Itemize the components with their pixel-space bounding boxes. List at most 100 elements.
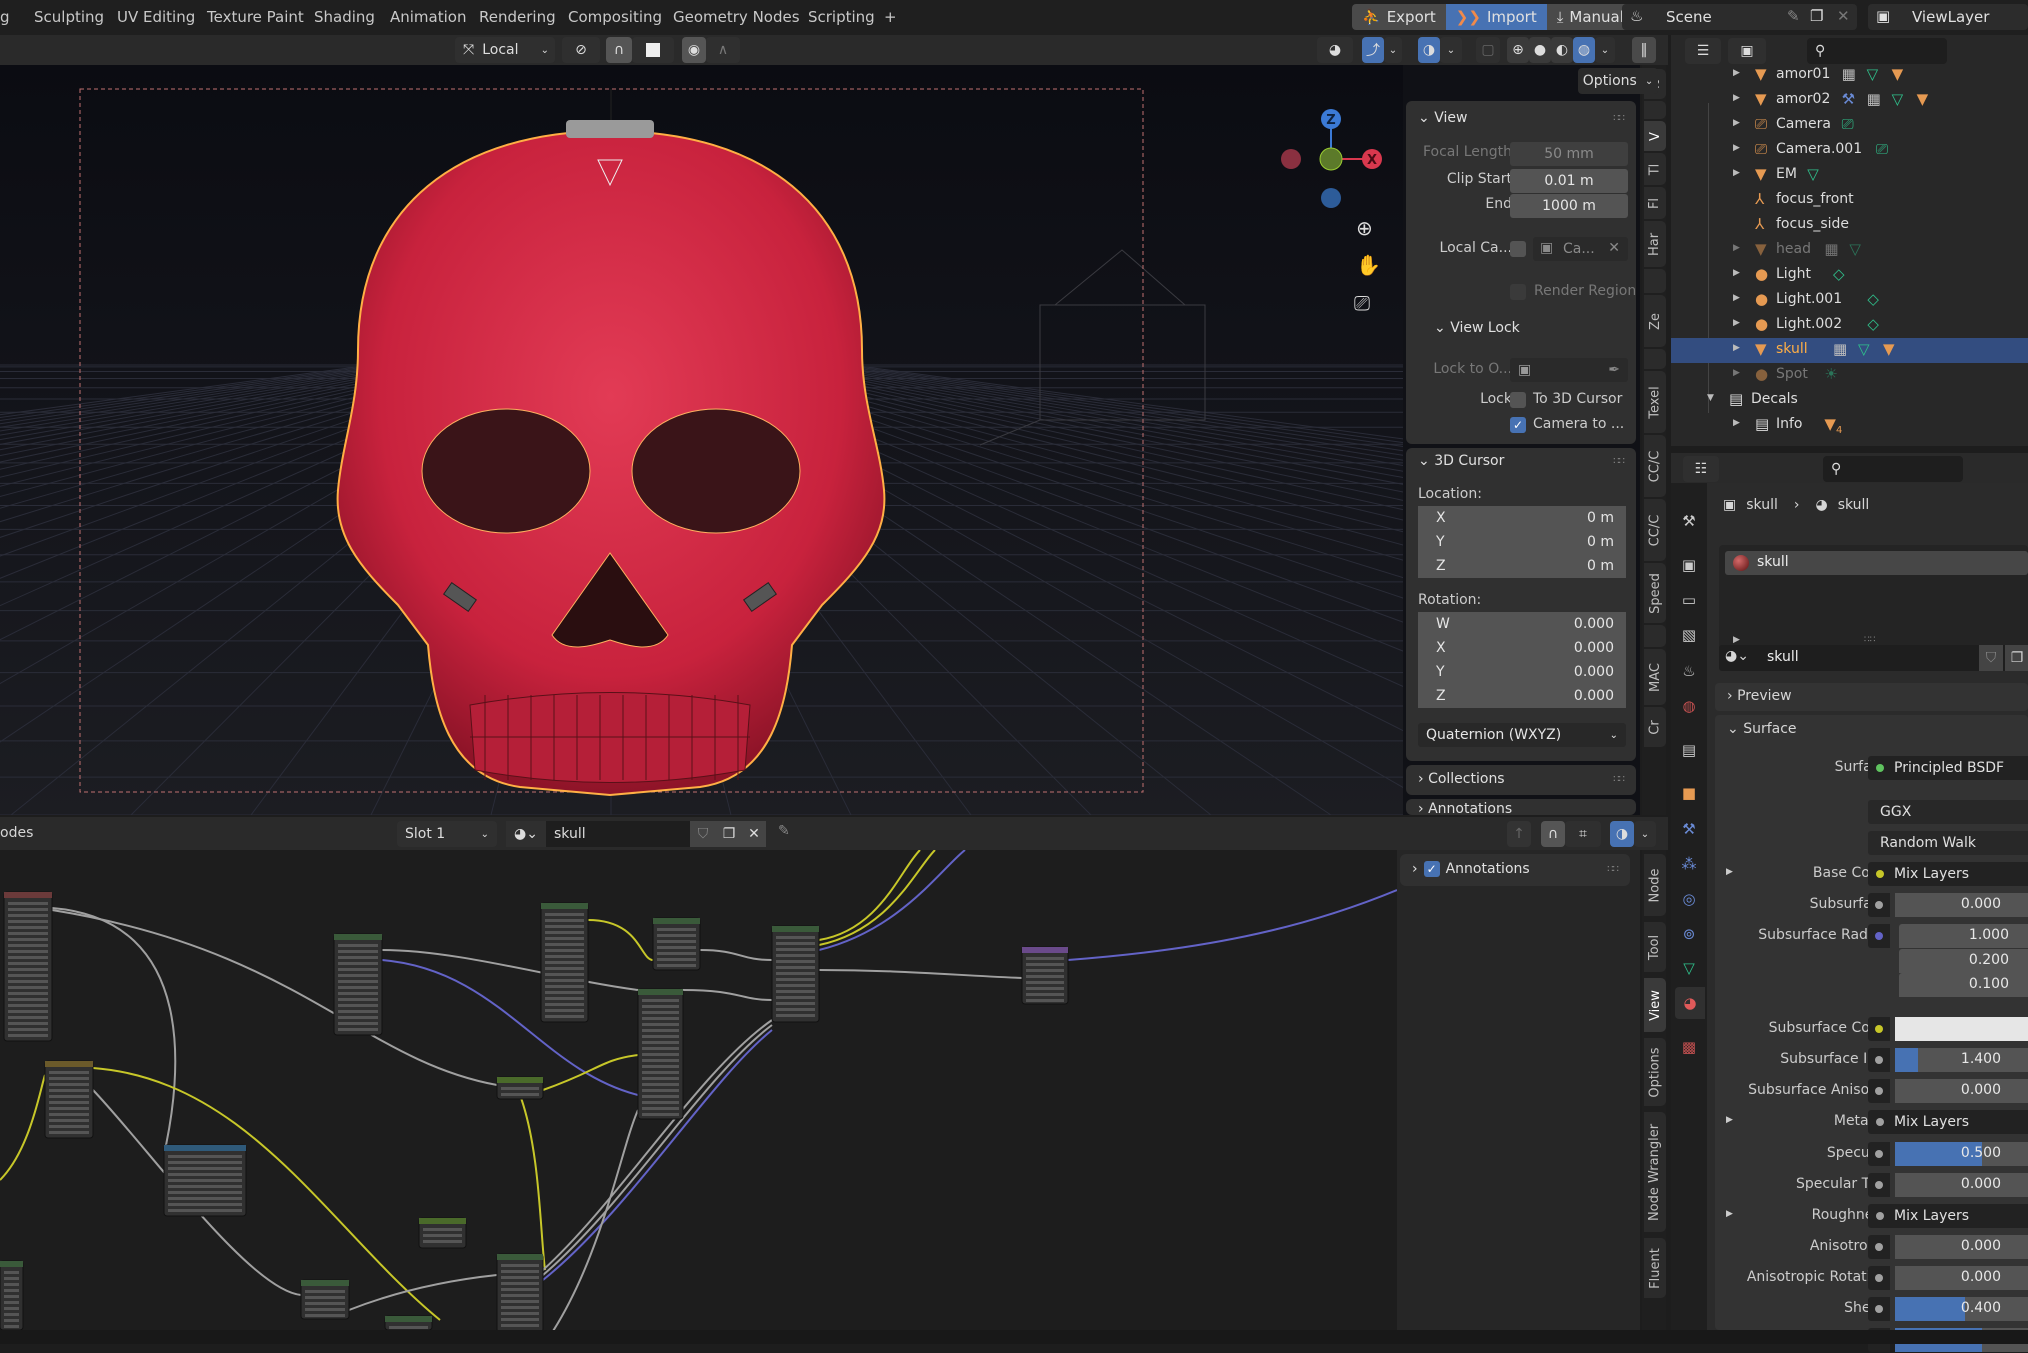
sidebar-tab-cc-c[interactable]: CC/C [1644,435,1666,497]
shader-node[interactable] [652,917,701,971]
vertex-groups-icon[interactable]: ▦ [1867,90,1881,108]
camera-view-icon[interactable]: ⎚ [1354,291,1370,315]
node-annotations-panel[interactable]: › ✓ Annotations ∷∷ [1400,854,1630,886]
material-icon[interactable]: ▼ [1883,340,1895,358]
options-dropdown[interactable]: Options ⌄ [1578,68,1658,94]
material-slot-item[interactable]: skull [1725,551,2028,575]
gizmo-neg-z[interactable] [1321,188,1341,208]
surface-panel-header[interactable]: ⌄ Surface [1727,721,1797,737]
workspace-tab[interactable]: Rendering [479,8,556,26]
outliner-item-amor01[interactable]: ▶ ▼ amor01 ▦ ▽ ▼ [1671,63,2028,88]
collapsed-arrow-icon[interactable]: ▶ [1733,293,1740,303]
export-button[interactable]: ⛹ Export [1352,4,1446,30]
rotation-mode-dropdown[interactable]: Quaternion (WXYZ) ⌄ [1418,723,1626,747]
pin-icon[interactable]: ✎ [778,823,790,839]
gizmo-dropdown[interactable]: ⌄ [1384,37,1402,63]
drag-handle-icon[interactable]: ∷∷ [1613,456,1625,467]
manual-button[interactable]: ⤓ Manual [1547,4,1634,30]
focal-length-field[interactable]: 50 mm [1510,142,1628,166]
material-browse-icon[interactable]: ◕⌄ [506,821,546,847]
shader-node[interactable] [637,988,684,1120]
visibility-dropdown[interactable]: ◕ [1317,37,1353,63]
proportional-edit-toggle[interactable]: ◉ [682,37,706,63]
value-slider[interactable]: 0.000 [1895,1235,2028,1259]
value-slider[interactable]: 0.000 [1895,1266,2028,1290]
shading-wireframe[interactable]: ⊕ [1507,37,1529,63]
duplicate-icon[interactable]: ❐ [716,821,742,847]
collapsed-arrow-icon[interactable]: ▶ [1733,118,1740,128]
local-camera-checkbox[interactable] [1510,241,1526,257]
outliner-item-camera-001[interactable]: ▶ ⎚ Camera.001 ⎚ [1671,138,2028,163]
camera-data-icon[interactable]: ⎚ [1876,140,1888,158]
drag-handle-icon[interactable]: ∷∷ [1613,774,1625,785]
sidebar-tab-blank[interactable] [1644,101,1666,119]
unlink-icon[interactable]: ✕ [742,821,766,847]
rotation-x-field[interactable]: X 0.000 [1418,636,1626,660]
camera-data-icon[interactable]: ⎚ [1842,115,1854,133]
vertex-groups-icon[interactable]: ▦ [1842,65,1856,83]
workspace-tab[interactable]: Compositing [568,8,662,26]
shader-node[interactable] [163,1144,247,1217]
sidebar-tab-view[interactable]: View [1644,978,1666,1032]
pin-icon[interactable]: ✎ [1787,7,1800,25]
pivot-point-dropdown[interactable]: ⊘ [562,37,600,63]
linked-input-field[interactable]: Mix Layers [1868,862,2028,886]
shader-node[interactable] [44,1060,94,1139]
material-icon[interactable]: ◕ [1675,987,1705,1019]
close-icon[interactable]: ✕ [1837,7,1850,25]
resize-handle-icon[interactable]: ∷∷ [1864,635,1875,645]
fake-user-shield-icon[interactable]: ⛉ [1979,645,2003,671]
sidebar-tab-ze[interactable]: Ze [1644,295,1666,347]
sidebar-tab-blank[interactable] [1644,349,1666,369]
material-selector[interactable]: ◕⌄ skull ⛉ ❐ ✕ [506,821,766,847]
outliner-item-light-001[interactable]: ▶ ● Light.001 ◇ [1671,288,2028,313]
gizmo-toggle[interactable]: ⤴ [1362,37,1384,63]
overlay-toggle[interactable]: ◑ [1610,821,1634,847]
linked-input-field[interactable]: Mix Layers [1868,1204,2028,1228]
gizmo-y[interactable] [1319,147,1343,171]
annotations-checkbox[interactable]: ✓ [1423,861,1440,877]
object-icon[interactable]: ■ [1679,783,1699,803]
collection-icon[interactable]: ▤ [1679,740,1699,760]
preview-panel-header[interactable]: › Preview [1715,683,2028,711]
rotation-w-field[interactable]: W 0.000 [1418,612,1626,636]
material-icon[interactable]: ▼ [1892,65,1904,83]
sidebar-tab-mac[interactable]: MAC [1644,649,1666,705]
shader-node[interactable] [333,933,383,1036]
vertex-groups-icon[interactable]: ▦ [1824,240,1838,258]
scene-selector[interactable]: ♨ Scene ✎ ❐ ✕ [1622,4,1857,30]
mesh-data-icon[interactable]: ▽ [1679,958,1699,978]
workspace-tab[interactable]: Shading [314,8,375,26]
view-layer-icon[interactable]: ▧ [1679,625,1699,645]
workspace-tab[interactable]: Texture Paint [207,8,304,26]
lock-to-object-field[interactable]: ▣ ✒ [1510,358,1628,382]
material-icon[interactable]: ▼4 [1824,415,1842,436]
shader-node[interactable] [496,1253,544,1330]
node-editor-menu[interactable]: odes [0,825,33,841]
texture-icon[interactable]: ▩ [1679,1037,1699,1057]
zoom-icon[interactable]: ⊕ [1356,216,1373,240]
snap-target-dropdown[interactable] [632,37,674,63]
scene-icon[interactable]: ♨ [1679,661,1699,681]
collapsed-arrow-icon[interactable]: ▶ [1733,93,1740,103]
workspace-tab[interactable]: UV Editing [117,8,195,26]
view-layer-selector[interactable]: ▣ ViewLayer [1868,4,2028,30]
vertex-groups-icon[interactable]: ▦ [1833,340,1847,358]
lock-to-3d-cursor-checkbox[interactable] [1510,392,1526,408]
collapsed-arrow-icon[interactable]: ▶ [1733,368,1740,378]
overlay-dropdown[interactable]: ⌄ [1634,821,1656,847]
value-slider[interactable]: 0.000 [1895,1079,2028,1103]
overlay-toggle[interactable]: ◑ [1418,37,1440,63]
slot-dropdown[interactable]: Slot 1 ⌄ [397,821,497,847]
mesh-data-icon[interactable]: ▽ [1858,340,1870,358]
snap-toggle[interactable]: ∩ [606,37,632,63]
value-slider[interactable]: 0.000 [1895,1173,2028,1197]
collapsed-arrow-icon[interactable]: ▶ [1733,418,1740,428]
sidebar-tab-blank[interactable] [1644,269,1666,293]
outliner-item-skull[interactable]: ▶ ▼ skull ▦ ▽ ▼ [1671,338,2028,363]
color-swatch[interactable] [1895,1017,2028,1041]
socket-button[interactable] [1868,1048,1890,1072]
mesh-data-icon[interactable]: ▽ [1849,240,1861,258]
outliner-item-focus-front[interactable]: ⅄ focus_front [1671,188,2028,213]
annotations-panel[interactable]: › Annotations [1406,799,1636,815]
